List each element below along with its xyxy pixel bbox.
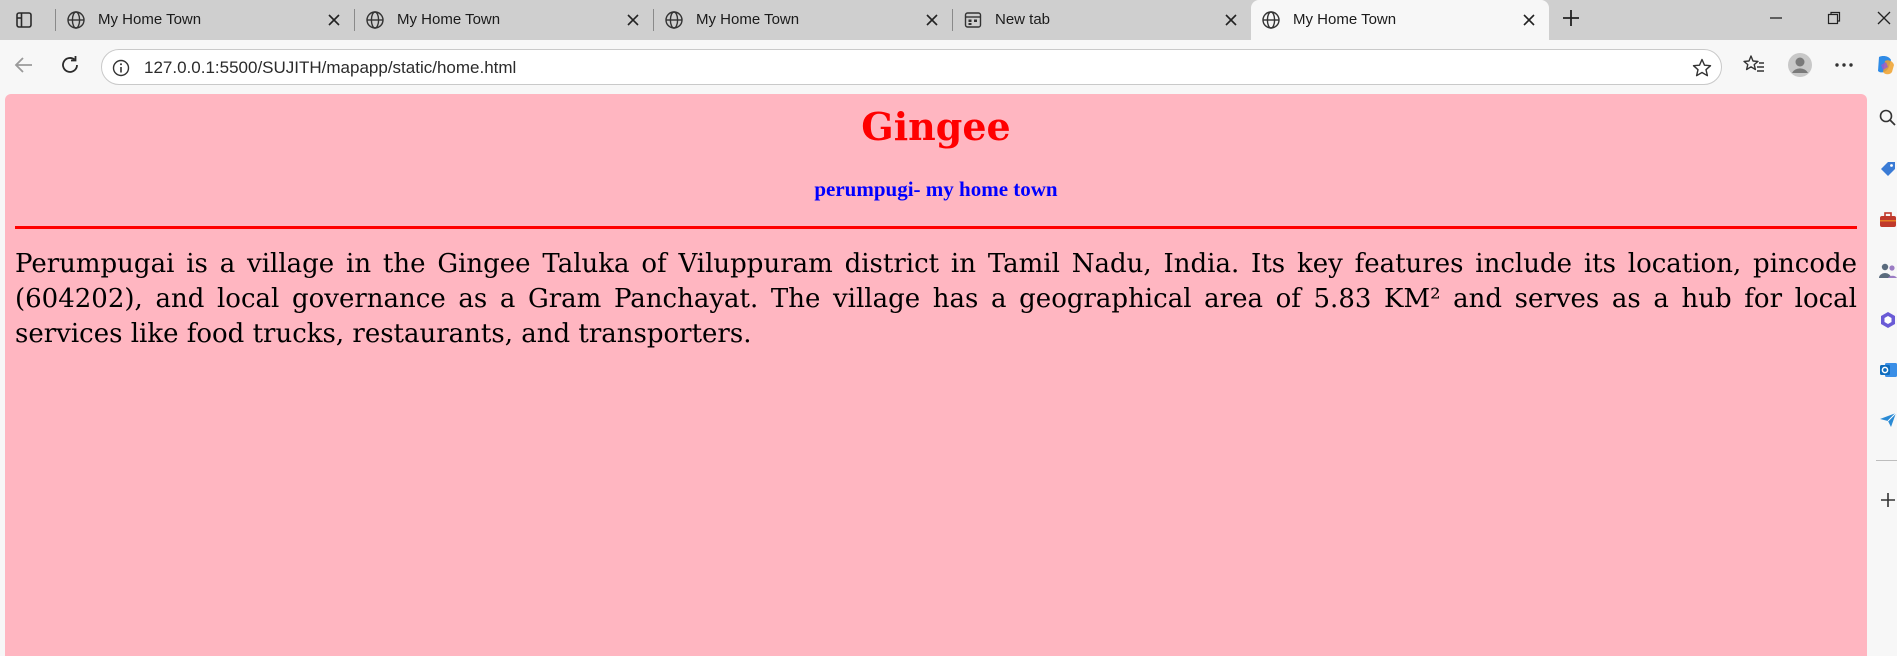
outlook-icon[interactable] bbox=[1878, 360, 1897, 380]
tab-title: My Home Town bbox=[696, 11, 800, 28]
restore-button[interactable] bbox=[1820, 8, 1848, 32]
close-icon bbox=[1877, 11, 1891, 30]
tab-3[interactable]: My Home Town bbox=[654, 0, 952, 40]
edge-sidebar bbox=[1870, 94, 1897, 656]
copilot-app-icon[interactable] bbox=[1878, 310, 1897, 330]
tab-title: My Home Town bbox=[98, 11, 202, 28]
people-icon[interactable] bbox=[1878, 260, 1897, 280]
minimize-button[interactable] bbox=[1762, 8, 1790, 32]
search-icon[interactable] bbox=[1878, 108, 1897, 128]
close-icon[interactable] bbox=[1519, 10, 1539, 30]
reload-icon bbox=[59, 54, 81, 81]
profile-button[interactable] bbox=[1786, 52, 1814, 83]
add-icon[interactable] bbox=[1878, 490, 1897, 510]
favorites-button[interactable] bbox=[1740, 53, 1768, 81]
globe-icon bbox=[365, 10, 385, 30]
globe-icon bbox=[664, 10, 684, 30]
minimize-icon bbox=[1769, 11, 1783, 30]
page-content: Gingee perumpugi- my home town Perumpuga… bbox=[5, 94, 1867, 656]
more-options-icon bbox=[1833, 54, 1855, 81]
plus-icon bbox=[1561, 8, 1581, 33]
reload-button[interactable] bbox=[56, 53, 84, 81]
briefcase-icon[interactable] bbox=[1878, 210, 1897, 230]
tab-title: New tab bbox=[995, 11, 1051, 28]
copilot-icon bbox=[1873, 53, 1897, 82]
send-icon[interactable] bbox=[1878, 410, 1897, 430]
page-paragraph: Perumpugai is a village in the Gingee Ta… bbox=[15, 249, 1857, 349]
copilot-button[interactable] bbox=[1873, 53, 1897, 81]
settings-menu-button[interactable] bbox=[1830, 53, 1858, 81]
tab-actions-icon[interactable] bbox=[10, 8, 38, 32]
tab-title: My Home Town bbox=[397, 11, 501, 28]
browser-window: My Home Town My Home Town My Home Town N… bbox=[0, 0, 1897, 656]
globe-icon bbox=[1261, 10, 1281, 30]
tab-strip: My Home Town My Home Town My Home Town N… bbox=[0, 0, 1897, 40]
close-icon[interactable] bbox=[623, 10, 643, 30]
favorite-star-icon[interactable] bbox=[1690, 56, 1714, 80]
tab-1[interactable]: My Home Town bbox=[56, 0, 354, 40]
sidebar-divider bbox=[1876, 460, 1897, 461]
close-window-button[interactable] bbox=[1872, 8, 1896, 32]
tab-5-active[interactable]: My Home Town bbox=[1251, 0, 1549, 40]
url-text[interactable]: 127.0.0.1:5500/SUJITH/mapapp/static/home… bbox=[144, 58, 516, 78]
favorites-list-icon bbox=[1742, 53, 1766, 82]
close-icon[interactable] bbox=[922, 10, 942, 30]
new-tab-button[interactable] bbox=[1558, 7, 1584, 33]
new-tab-page-icon bbox=[963, 10, 983, 30]
horizontal-rule bbox=[15, 226, 1857, 229]
tag-icon[interactable] bbox=[1878, 160, 1897, 180]
page-title: Gingee bbox=[861, 104, 1011, 149]
globe-icon bbox=[66, 10, 86, 30]
address-bar[interactable]: 127.0.0.1:5500/SUJITH/mapapp/static/home… bbox=[101, 49, 1722, 85]
tab-4[interactable]: New tab bbox=[953, 0, 1251, 40]
close-icon[interactable] bbox=[1221, 10, 1241, 30]
page-subtitle: perumpugi- my home town bbox=[814, 177, 1058, 201]
back-button[interactable] bbox=[10, 53, 38, 81]
close-icon[interactable] bbox=[324, 10, 344, 30]
tab-title: My Home Town bbox=[1293, 11, 1397, 28]
back-arrow-icon bbox=[13, 54, 35, 81]
avatar-icon bbox=[1787, 52, 1813, 83]
site-info-icon[interactable] bbox=[111, 58, 131, 78]
tab-2[interactable]: My Home Town bbox=[355, 0, 653, 40]
navigation-toolbar: 127.0.0.1:5500/SUJITH/mapapp/static/home… bbox=[0, 40, 1897, 94]
restore-icon bbox=[1827, 11, 1841, 30]
